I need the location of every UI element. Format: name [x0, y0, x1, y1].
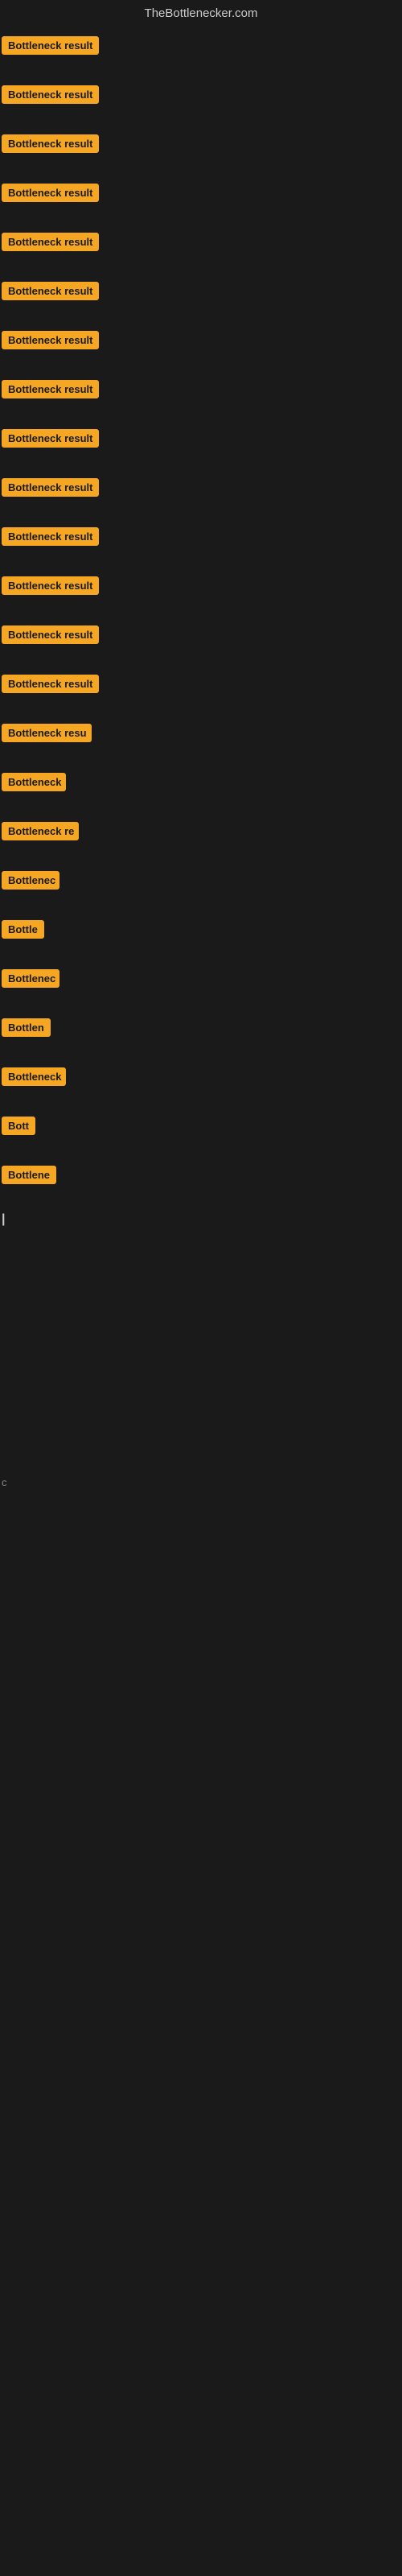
bottom-char: c — [2, 1476, 7, 1488]
bottleneck-item: Bottleneck result — [0, 521, 402, 570]
bottleneck-item: Bottleneck result — [0, 472, 402, 521]
bottleneck-badge: Bottleneck result — [2, 675, 99, 693]
bottleneck-item: Bottleneck resu — [0, 717, 402, 766]
bottleneck-item: Bottleneck result — [0, 177, 402, 226]
bottleneck-item: Bottleneck result — [0, 275, 402, 324]
bottleneck-badge: Bottlen — [2, 1018, 51, 1037]
bottleneck-badge: Bottleneck result — [2, 282, 99, 300]
bottleneck-item: Bottleneck result — [0, 570, 402, 619]
bottleneck-item: Bottleneck result — [0, 79, 402, 128]
bottleneck-badge: Bottleneck result — [2, 184, 99, 202]
bottleneck-item: Bottleneck result — [0, 30, 402, 79]
bottleneck-item: Bottleneck result — [0, 619, 402, 668]
bottleneck-badge: Bottleneck result — [2, 331, 99, 349]
bottleneck-item: Bottleneck result — [0, 128, 402, 177]
bottleneck-badge: Bottleneck — [2, 773, 66, 791]
bottleneck-badge: Bottleneck result — [2, 625, 99, 644]
bottleneck-item: Bottleneck — [0, 1061, 402, 1110]
bottleneck-item: Bottlenec — [0, 865, 402, 914]
bottleneck-item: Bottleneck — [0, 766, 402, 815]
bottleneck-item: Bott — [0, 1110, 402, 1159]
bottleneck-badge: Bottle — [2, 920, 44, 939]
bottleneck-item: Bottle — [0, 914, 402, 963]
bottleneck-badge: Bottleneck result — [2, 380, 99, 398]
bottleneck-item: Bottlen — [0, 1012, 402, 1061]
bottleneck-badge: Bottleneck result — [2, 134, 99, 153]
cursor-area: | — [0, 1208, 402, 1231]
bottleneck-item: Bottlene — [0, 1159, 402, 1208]
bottleneck-badge: Bottleneck — [2, 1067, 66, 1086]
bottleneck-badge: Bottleneck result — [2, 576, 99, 595]
bottleneck-item: Bottleneck result — [0, 423, 402, 472]
bottleneck-item: Bottleneck result — [0, 226, 402, 275]
bottleneck-item: Bottleneck result — [0, 374, 402, 423]
bottleneck-badge: Bottleneck result — [2, 478, 99, 497]
bottleneck-badge: Bottlenec — [2, 871, 59, 890]
bottleneck-badge: Bott — [2, 1117, 35, 1135]
bottleneck-item: Bottleneck result — [0, 668, 402, 717]
site-title: TheBottlenecker.com — [145, 6, 258, 20]
bottleneck-badge: Bottleneck result — [2, 429, 99, 448]
bottleneck-item: Bottleneck result — [0, 324, 402, 374]
bottleneck-badge: Bottleneck result — [2, 85, 99, 104]
bottleneck-item: Bottlenec — [0, 963, 402, 1012]
bottleneck-badge: Bottleneck result — [2, 527, 99, 546]
bottleneck-badge: Bottlene — [2, 1166, 56, 1184]
bottleneck-badge: Bottleneck resu — [2, 724, 92, 742]
bottleneck-badge: Bottlenec — [2, 969, 59, 988]
cursor-char: | — [2, 1212, 5, 1226]
bottleneck-badge: Bottleneck result — [2, 36, 99, 55]
site-header: TheBottlenecker.com — [0, 0, 402, 30]
bottleneck-badge: Bottleneck result — [2, 233, 99, 251]
items-container: Bottleneck result Bottleneck result Bottle… — [0, 30, 402, 1208]
bottleneck-badge: Bottleneck re — [2, 822, 79, 840]
bottleneck-item: Bottleneck re — [0, 815, 402, 865]
bottom-area: c — [0, 1472, 402, 1492]
